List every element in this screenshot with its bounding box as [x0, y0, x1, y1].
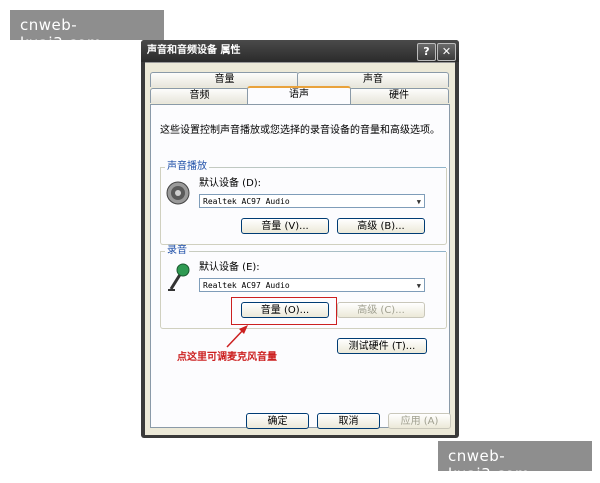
dialog-client: 音量 声音 音频 语声 硬件 这些设置控制声音播放或您选择的录音设备的音量和高级…: [145, 62, 455, 435]
recording-device-select[interactable]: Realtek AC97 Audio ▼: [199, 278, 425, 292]
test-hardware-button[interactable]: 测试硬件 (T)...: [337, 338, 427, 354]
help-button[interactable]: ?: [417, 43, 436, 61]
properties-window: 声音和音频设备 属性 ? ✕ 音量 声音 音频 语声 硬件 这些设置控制声音播放…: [141, 40, 459, 438]
title-bar: 声音和音频设备 属性 ? ✕: [141, 40, 459, 62]
playback-volume-button[interactable]: 音量 (V)...: [241, 218, 329, 234]
recording-advanced-button[interactable]: 高级 (C)...: [337, 302, 425, 318]
watermark-top: cnweb-kuai3.com: [10, 10, 164, 52]
playback-device-label: 默认设备 (D):: [199, 178, 262, 189]
chevron-down-icon: ▼: [416, 282, 421, 290]
window-title: 声音和音频设备 属性: [147, 45, 241, 56]
tab-audio[interactable]: 音频: [150, 88, 249, 103]
speaker-icon: [166, 181, 190, 205]
tab-hardware[interactable]: 硬件: [349, 88, 449, 103]
recording-device-value: Realtek AC97 Audio: [203, 281, 290, 290]
annotation-text: 点这里可调麦克风音量: [177, 352, 277, 363]
tab-sounds[interactable]: 声音: [297, 72, 449, 87]
playback-advanced-button[interactable]: 高级 (B)...: [337, 218, 425, 234]
cancel-button[interactable]: 取消: [317, 413, 380, 429]
voice-tab-panel: 这些设置控制声音播放或您选择的录音设备的音量和高级选项。 声音播放 默认设备 (…: [150, 104, 450, 428]
annotation-arrow-icon: [226, 325, 248, 348]
close-button[interactable]: ✕: [437, 43, 456, 61]
annotation-highlight-box: [231, 297, 337, 325]
tab-voice[interactable]: 语声: [247, 86, 351, 104]
watermark-bottom: cnweb-kuai3.com: [438, 441, 592, 483]
description-text: 这些设置控制声音播放或您选择的录音设备的音量和高级选项。: [160, 125, 440, 136]
playback-device-select[interactable]: Realtek AC97 Audio ▼: [199, 194, 425, 208]
apply-button[interactable]: 应用 (A): [388, 413, 451, 429]
tab-volume[interactable]: 音量: [150, 72, 299, 87]
help-icon: ?: [423, 45, 430, 58]
chevron-down-icon: ▼: [416, 198, 421, 206]
ok-button[interactable]: 确定: [246, 413, 309, 429]
recording-device-label: 默认设备 (E):: [199, 262, 260, 273]
microphone-icon: [168, 263, 190, 291]
playback-device-value: Realtek AC97 Audio: [203, 197, 290, 206]
close-icon: ✕: [441, 45, 452, 58]
